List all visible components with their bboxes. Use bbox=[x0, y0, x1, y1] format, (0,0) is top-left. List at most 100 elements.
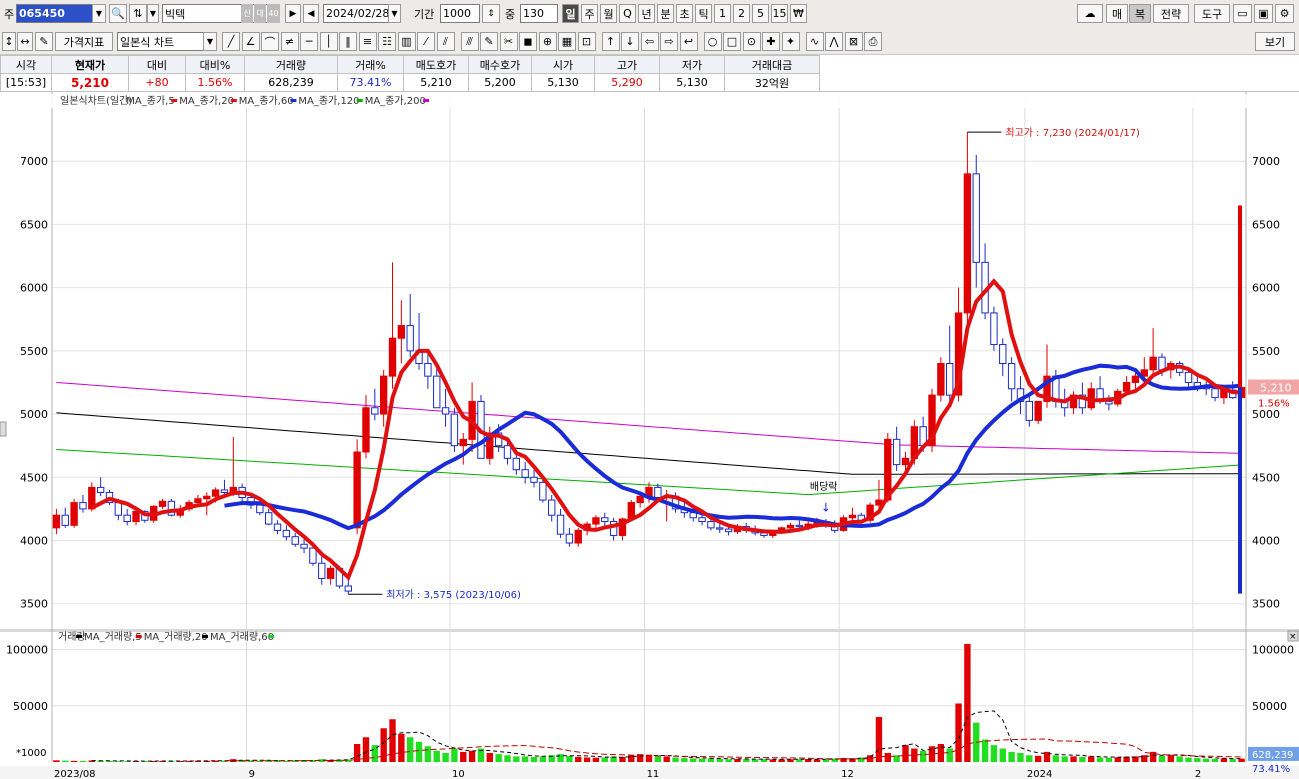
volume-bar[interactable] bbox=[875, 717, 883, 762]
candle-body[interactable] bbox=[1211, 388, 1219, 399]
candle-body[interactable] bbox=[424, 363, 432, 377]
volume-bar[interactable] bbox=[1088, 756, 1095, 762]
candle-body[interactable] bbox=[371, 407, 379, 415]
candle-body[interactable] bbox=[70, 502, 78, 526]
pencil-icon[interactable]: ✎ bbox=[480, 32, 498, 51]
candle-body[interactable] bbox=[972, 173, 980, 263]
volume-bar[interactable] bbox=[504, 755, 511, 762]
candle-body[interactable] bbox=[946, 363, 954, 396]
candle-body[interactable] bbox=[592, 517, 600, 525]
candle-body[interactable] bbox=[291, 536, 299, 545]
arrow-right-icon[interactable]: ⇨ bbox=[660, 32, 678, 51]
volume-bar[interactable] bbox=[707, 758, 715, 762]
horizontal-line-icon[interactable]: ─ bbox=[300, 32, 318, 51]
next-icon[interactable]: ▶ bbox=[285, 4, 301, 23]
timeframe-button-8[interactable]: 1 bbox=[714, 4, 731, 23]
candle-body[interactable] bbox=[1105, 400, 1113, 405]
volume-bar[interactable] bbox=[575, 756, 582, 762]
candle-body[interactable] bbox=[999, 344, 1007, 365]
candle-body[interactable] bbox=[892, 438, 901, 466]
target-icon[interactable]: ⊡ bbox=[577, 32, 596, 51]
circle-icon[interactable]: ○ bbox=[703, 32, 722, 51]
volume-bar[interactable] bbox=[663, 756, 670, 762]
candle-body[interactable] bbox=[282, 529, 291, 538]
volume-bar[interactable] bbox=[521, 756, 529, 762]
candle-body[interactable] bbox=[203, 495, 211, 500]
volume-bar[interactable] bbox=[1052, 755, 1060, 762]
candle-body[interactable] bbox=[512, 457, 521, 471]
candle-body[interactable] bbox=[1122, 381, 1131, 392]
candle-body[interactable] bbox=[459, 438, 467, 447]
candle-body[interactable] bbox=[318, 562, 326, 579]
volume-bar[interactable] bbox=[964, 643, 971, 762]
volume-bar[interactable] bbox=[1096, 757, 1104, 763]
candle-body[interactable] bbox=[786, 524, 795, 529]
volume-bar[interactable] bbox=[1105, 757, 1113, 762]
candle-body[interactable] bbox=[1131, 375, 1140, 383]
volume-bar[interactable] bbox=[79, 760, 87, 762]
candle-body[interactable] bbox=[326, 567, 335, 579]
volume-bar[interactable] bbox=[1061, 756, 1068, 762]
volume-bar[interactable] bbox=[1026, 755, 1033, 762]
fibo-lines-icon[interactable]: ≡ bbox=[358, 32, 377, 51]
volume-bar[interactable] bbox=[1220, 758, 1228, 762]
single-button[interactable]: 매 bbox=[1106, 4, 1128, 23]
candle-body[interactable] bbox=[795, 524, 804, 528]
volume-bar[interactable] bbox=[495, 754, 502, 762]
volume-bar[interactable] bbox=[442, 753, 449, 762]
volume-bar[interactable] bbox=[884, 753, 891, 762]
candle-body[interactable] bbox=[556, 514, 565, 535]
candle-body[interactable] bbox=[521, 469, 529, 478]
volume-bar[interactable] bbox=[1114, 757, 1121, 762]
candle-body[interactable] bbox=[548, 499, 556, 516]
candle-body[interactable] bbox=[96, 486, 105, 493]
timeframe-button-11[interactable]: 15 bbox=[771, 4, 788, 23]
volume-bar[interactable] bbox=[601, 757, 608, 763]
volume-bar[interactable] bbox=[999, 748, 1006, 763]
crosshair-icon[interactable]: ✚ bbox=[762, 32, 780, 51]
volume-bar[interactable] bbox=[407, 737, 414, 762]
volume-bar[interactable] bbox=[433, 750, 440, 762]
candle-body[interactable] bbox=[1149, 356, 1157, 371]
volume-bar[interactable] bbox=[1079, 756, 1086, 762]
candle-body[interactable] bbox=[309, 547, 317, 564]
collapse-panel-icon[interactable] bbox=[0, 421, 7, 437]
marker-icon[interactable]: ⊕ bbox=[538, 32, 557, 51]
volume-bar[interactable] bbox=[1211, 758, 1219, 762]
volume-bar[interactable] bbox=[919, 750, 927, 762]
candle-body[interactable] bbox=[1158, 356, 1166, 371]
volume-bar[interactable] bbox=[592, 757, 600, 762]
candle-body[interactable] bbox=[716, 527, 724, 530]
volume-bar[interactable] bbox=[902, 745, 909, 762]
volume-bar[interactable] bbox=[698, 758, 706, 762]
volume-bar[interactable] bbox=[530, 756, 538, 762]
candle-body[interactable] bbox=[503, 445, 512, 459]
candle-body[interactable] bbox=[194, 498, 202, 504]
chart-type-select[interactable]: 일본식 차트 bbox=[117, 32, 217, 51]
candle-body[interactable] bbox=[698, 517, 706, 523]
candle-body[interactable] bbox=[132, 510, 140, 523]
candle-body[interactable] bbox=[344, 585, 352, 592]
cycle-lines-icon[interactable]: ‖ bbox=[339, 32, 357, 51]
bar-lines-icon[interactable]: ▥ bbox=[397, 32, 416, 51]
volume-bar[interactable] bbox=[654, 756, 662, 762]
view-button[interactable]: 보기 bbox=[1255, 32, 1295, 51]
volume-bar[interactable] bbox=[778, 759, 785, 762]
wave-b-icon[interactable]: ⋀ bbox=[825, 32, 843, 51]
vertical-line-icon[interactable]: │ bbox=[319, 32, 338, 51]
timeframe-button-6[interactable]: 초 bbox=[676, 4, 693, 23]
line-icon[interactable]: ╱ bbox=[222, 32, 240, 51]
volume-bar[interactable] bbox=[380, 728, 387, 762]
candle-body[interactable] bbox=[1025, 400, 1033, 421]
volume-bar[interactable] bbox=[557, 754, 564, 762]
volume-bar[interactable] bbox=[769, 759, 777, 762]
candle-body[interactable] bbox=[388, 337, 397, 377]
volume-bar[interactable] bbox=[1158, 755, 1166, 762]
candle-body[interactable] bbox=[450, 413, 459, 447]
arrow-up-icon[interactable]: ↑ bbox=[601, 32, 620, 51]
arrow-down-icon[interactable]: ↓ bbox=[621, 32, 639, 51]
channel-lines-icon[interactable]: ⫻ bbox=[460, 32, 479, 51]
timeframe-button-3[interactable]: Q bbox=[619, 4, 636, 23]
timeframe-button-10[interactable]: 5 bbox=[752, 4, 769, 23]
volume-bar[interactable] bbox=[946, 748, 953, 763]
